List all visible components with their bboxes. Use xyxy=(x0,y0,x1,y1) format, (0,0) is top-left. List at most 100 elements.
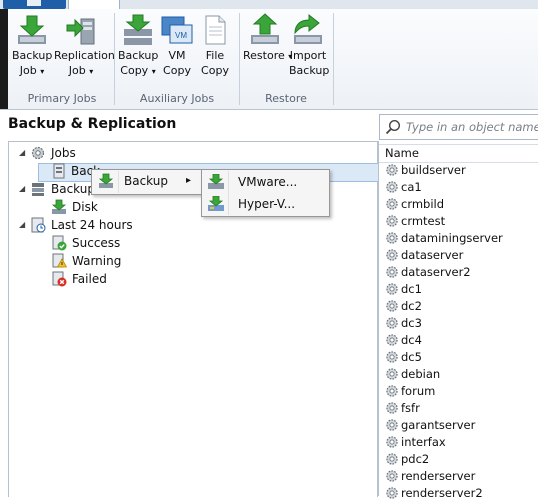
chevron-down-icon: ▾ xyxy=(40,67,45,76)
backup-job-label-line2: Job xyxy=(19,64,37,77)
tree-expander-icon[interactable]: ◢ xyxy=(19,220,25,229)
group-label-auxiliary-jobs: Auxiliary Jobs xyxy=(139,92,215,105)
tree-label: Jobs xyxy=(51,146,76,160)
server-gear-icon xyxy=(386,470,398,482)
tree-label: Warning xyxy=(72,254,122,268)
list-item-label: buildserver xyxy=(401,163,466,177)
list-item-label: crmbild xyxy=(401,197,445,211)
list-item-label: ca1 xyxy=(401,180,422,194)
error-icon xyxy=(52,271,67,287)
list-item-label: debian xyxy=(401,367,441,381)
application-menu-button[interactable] xyxy=(3,0,66,9)
server-gear-icon xyxy=(386,453,398,465)
job-icon xyxy=(53,163,65,179)
group-label-primary-jobs: Primary Jobs xyxy=(27,92,97,105)
backup-job-icon xyxy=(18,15,46,44)
server-gear-icon xyxy=(386,436,398,448)
backups-icon xyxy=(32,183,44,196)
list-item-label: renderserver xyxy=(401,469,476,483)
vm-copy-label-line1: VM xyxy=(168,49,186,62)
ribbon: Backup Job ▾ Replication Job ▾ Primary J… xyxy=(0,9,538,110)
group-separator xyxy=(333,13,334,105)
backup-copy-button[interactable]: Backup Copy ▾ xyxy=(118,11,158,87)
server-gear-icon xyxy=(386,351,398,363)
search-icon xyxy=(385,119,401,135)
tree-label: Last 24 hours xyxy=(51,218,133,232)
hyper-v-icon xyxy=(208,196,224,211)
object-list: Name buildserver ca1 crmbild crmtest datamin… xyxy=(378,141,538,500)
server-gear-icon xyxy=(386,283,398,295)
vm-copy-label-line2: Copy xyxy=(163,64,191,77)
search-placeholder: Type in an object name to xyxy=(406,120,538,134)
server-gear-icon xyxy=(386,368,398,380)
file-copy-button[interactable]: File Copy xyxy=(198,11,232,87)
backup-copy-label-line2: Copy xyxy=(120,64,149,77)
menu-item-hyper-v[interactable]: Hyper-V... xyxy=(204,194,327,214)
server-gear-icon xyxy=(386,317,398,329)
server-gear-icon xyxy=(386,334,398,346)
chevron-down-icon: ▾ xyxy=(151,67,156,76)
server-gear-icon xyxy=(386,181,398,193)
list-item-label: dc3 xyxy=(401,316,422,330)
column-header-name[interactable]: Name xyxy=(379,144,538,163)
vm-badge-text: VM xyxy=(175,31,187,40)
tree-label: Failed xyxy=(72,272,107,286)
ribbon-left-edge xyxy=(0,9,8,109)
list-item-label: forum xyxy=(401,384,436,398)
tree-label: Success xyxy=(72,236,121,250)
server-gear-icon xyxy=(386,164,398,176)
server-gear-icon xyxy=(386,419,398,431)
replication-job-icon xyxy=(66,18,95,45)
server-gear-icon xyxy=(386,215,398,227)
menu-item-vmware[interactable]: VMware... xyxy=(204,172,327,192)
submenu-arrow-icon: ▸ xyxy=(186,175,192,186)
file-copy-label-line2: Copy xyxy=(201,64,229,77)
backup-copy-label-line1: Backup xyxy=(118,49,159,62)
file-copy-icon xyxy=(205,15,226,45)
server-gear-icon xyxy=(386,300,398,312)
list-item-label: dc1 xyxy=(401,282,422,296)
tree-expander-icon[interactable]: ◢ xyxy=(19,148,25,157)
success-icon xyxy=(52,235,67,251)
gear-icon xyxy=(31,146,45,160)
backup-copy-icon xyxy=(124,14,152,45)
backup-job-button[interactable]: Backup Job ▾ xyxy=(12,11,52,87)
ribbon-tab-strip xyxy=(0,0,538,10)
list-item-label: dc4 xyxy=(401,333,422,347)
disk-icon xyxy=(51,199,67,214)
list-item-label: crmtest xyxy=(401,214,446,228)
column-header-label: Name xyxy=(385,146,419,160)
list-item-label: renderserver2 xyxy=(401,486,483,500)
import-backup-label-line1: Import xyxy=(289,49,327,62)
tab-view[interactable] xyxy=(126,0,166,9)
import-backup-button[interactable]: Import Backup xyxy=(289,11,329,87)
vmware-icon xyxy=(208,174,224,189)
server-gear-icon xyxy=(386,198,398,210)
server-gear-icon xyxy=(386,402,398,414)
list-item-label: dc5 xyxy=(401,350,422,364)
list-item-label: fsfr xyxy=(401,401,420,415)
search-input[interactable]: Type in an object name to xyxy=(379,114,538,140)
restore-button[interactable]: Restore ▾ xyxy=(243,11,292,87)
file-copy-label-line1: File xyxy=(205,49,225,62)
menu-item-label: Backup xyxy=(124,174,168,188)
menu-item-label: VMware... xyxy=(238,175,298,189)
list-item-label: interfax xyxy=(401,435,446,449)
replication-job-button[interactable]: Replication Job ▾ xyxy=(54,11,115,87)
list-item-label: dc2 xyxy=(401,299,422,313)
context-menu: Backup ▸ xyxy=(91,169,203,195)
submenu: VMware... Hyper-V... xyxy=(201,169,330,217)
pane-title: Backup & Replication xyxy=(8,116,177,132)
list-item-label: pdc2 xyxy=(401,452,430,466)
replication-job-label-line1: Replication xyxy=(54,49,115,62)
server-gear-icon xyxy=(386,385,398,397)
menu-item-label: Hyper-V... xyxy=(238,197,296,211)
vm-copy-button[interactable]: VM VM Copy xyxy=(160,11,194,87)
tree-expander-icon[interactable]: ◢ xyxy=(19,184,25,193)
menu-item-backup[interactable]: Backup ▸ xyxy=(94,171,200,191)
server-gear-icon xyxy=(386,487,398,499)
tree-label: Disk xyxy=(72,200,98,214)
app-menu-icon xyxy=(27,0,41,6)
restore-label: Restore xyxy=(243,49,285,62)
group-separator xyxy=(114,13,115,105)
